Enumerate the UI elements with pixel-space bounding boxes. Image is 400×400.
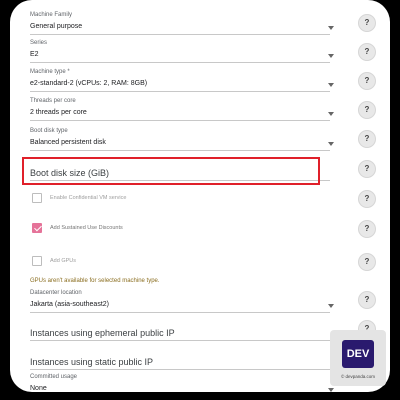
help-icon[interactable]: ?: [358, 190, 376, 208]
machine-family-select[interactable]: Machine Family General purpose: [30, 12, 334, 35]
boot-disk-type-label: Boot disk type: [30, 128, 68, 134]
ephemeral-ip-input[interactable]: Instances using ephemeral public IP: [30, 326, 330, 342]
help-icon[interactable]: ?: [358, 160, 376, 178]
sud-checkbox[interactable]: [32, 223, 42, 233]
confidential-vm-label: Enable Confidential VM service: [50, 195, 127, 201]
help-icon[interactable]: ?: [358, 253, 376, 271]
series-label: Series: [30, 40, 48, 46]
series-select[interactable]: Series E2: [30, 40, 334, 63]
threads-value: 2 threads per core: [30, 109, 87, 116]
chevron-down-icon: [328, 142, 334, 146]
static-ip-placeholder: Instances using static public IP: [30, 357, 154, 367]
confidential-vm-checkbox[interactable]: [32, 193, 42, 203]
committed-usage-label: Committed usage: [30, 374, 78, 380]
chevron-down-icon: [328, 112, 334, 116]
chevron-down-icon: [328, 26, 334, 30]
threads-select[interactable]: Threads per core 2 threads per core: [30, 98, 334, 121]
datacenter-label: Datacenter location: [30, 290, 82, 296]
sud-label: Add Sustained Use Discounts: [50, 225, 123, 231]
help-icon[interactable]: ?: [358, 291, 376, 309]
help-icon[interactable]: ?: [358, 101, 376, 119]
datacenter-value: Jakarta (asia-southeast2): [30, 301, 109, 308]
boot-disk-type-value: Balanced persistent disk: [30, 139, 106, 146]
boot-disk-type-select[interactable]: Boot disk type Balanced persistent disk: [30, 128, 334, 151]
help-icon[interactable]: ?: [358, 220, 376, 238]
watermark-badge: DEV © devpanda.com: [330, 330, 386, 386]
machine-type-select[interactable]: Machine type * e2-standard-2 (vCPUs: 2, …: [30, 69, 334, 92]
help-icon[interactable]: ?: [358, 14, 376, 32]
chevron-down-icon: [328, 388, 334, 392]
machine-family-label: Machine Family: [30, 12, 73, 18]
machine-type-value: e2-standard-2 (vCPUs: 2, RAM: 8GB): [30, 80, 148, 87]
gpu-warning: GPUs aren't available for selected machi…: [30, 278, 160, 284]
watermark-caption: © devpanda.com: [340, 374, 376, 379]
machine-family-value: General purpose: [30, 23, 83, 30]
boot-disk-size-highlight: [22, 157, 320, 185]
committed-usage-select[interactable]: Committed usage None: [30, 374, 334, 392]
gpus-label: Add GPUs: [50, 258, 76, 264]
dev-logo: DEV: [342, 340, 374, 368]
chevron-down-icon: [328, 83, 334, 87]
threads-label: Threads per core: [30, 98, 76, 104]
machine-type-label: Machine type *: [30, 69, 70, 75]
gpus-checkbox[interactable]: [32, 256, 42, 266]
chevron-down-icon: [328, 304, 334, 308]
datacenter-select[interactable]: Datacenter location Jakarta (asia-southe…: [30, 290, 334, 313]
committed-usage-value: None: [30, 385, 47, 392]
help-icon[interactable]: ?: [358, 130, 376, 148]
help-icon[interactable]: ?: [358, 72, 376, 90]
chevron-down-icon: [328, 54, 334, 58]
static-ip-input[interactable]: Instances using static public IP: [30, 355, 330, 371]
ephemeral-ip-placeholder: Instances using ephemeral public IP: [30, 328, 175, 338]
help-icon[interactable]: ?: [358, 43, 376, 61]
series-value: E2: [30, 51, 39, 58]
